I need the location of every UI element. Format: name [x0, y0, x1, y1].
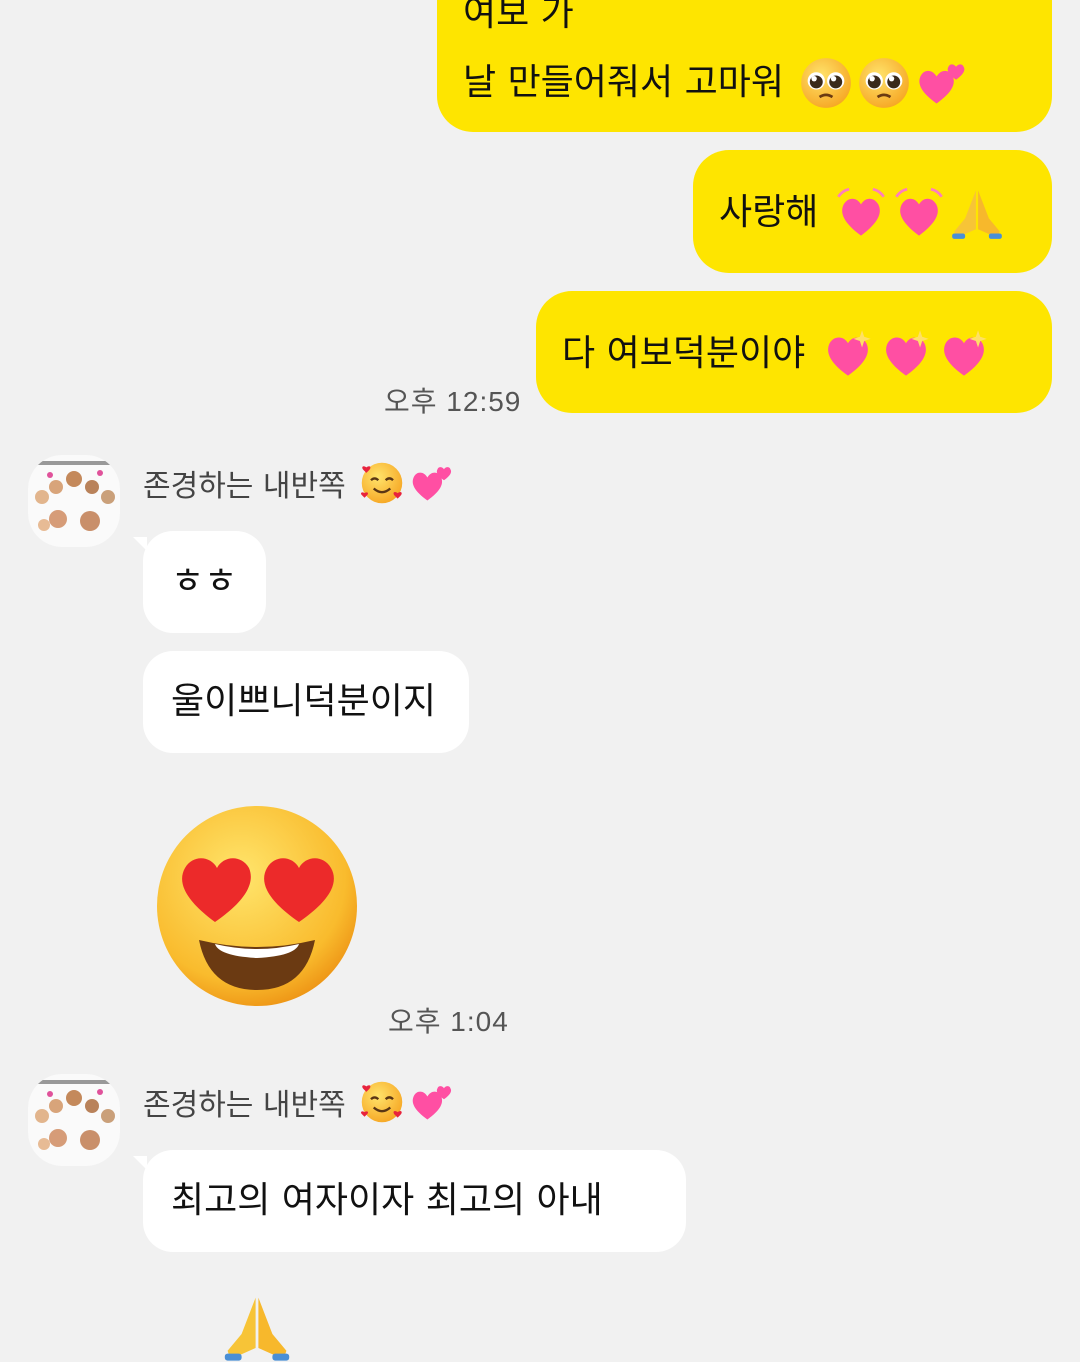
sender-name: 존경하는 내반쪽: [143, 460, 455, 506]
message-text: 다 여보덕분이야: [562, 333, 806, 374]
sender-name: 존경하는 내반쪽: [143, 1079, 455, 1125]
smiling-face-with-hearts-icon: [359, 460, 405, 506]
two-hearts-icon: [409, 460, 455, 506]
incoming-bubble[interactable]: 최고의 여자이자 최고의 아내: [133, 1150, 686, 1252]
growing-heart-icon: [892, 186, 946, 240]
sparkling-heart-icon: [821, 327, 875, 381]
message-text: 최고의 여자이자 최고의 아내: [171, 1180, 603, 1221]
smiling-face-with-hearts-icon: [359, 1079, 405, 1125]
two-hearts-icon: [915, 56, 969, 110]
message-text: ㅎㅎ: [171, 561, 238, 602]
growing-heart-icon: [834, 186, 888, 240]
message-text: 여보 가: [463, 0, 574, 34]
incoming-bubble[interactable]: ㅎㅎ: [133, 531, 266, 633]
message-text: 울이쁘니덕분이지: [171, 681, 436, 722]
avatar[interactable]: [28, 455, 120, 547]
folded-hands-icon[interactable]: [222, 1292, 292, 1362]
message-time: 오후 1:04: [388, 1006, 509, 1037]
two-hearts-icon: [409, 1079, 455, 1125]
outgoing-bubble[interactable]: 다 여보덕분이야: [536, 291, 1052, 413]
incoming-bubble[interactable]: 울이쁘니덕분이지: [143, 651, 469, 753]
heart-eyes-face-icon[interactable]: [155, 804, 359, 1008]
pleading-face-icon: [799, 56, 853, 110]
profile-photo-icon: [28, 1074, 120, 1166]
pleading-face-icon: [857, 56, 911, 110]
folded-hands-icon: [950, 186, 1004, 240]
profile-photo-icon: [28, 455, 120, 547]
avatar[interactable]: [28, 1074, 120, 1166]
outgoing-bubble[interactable]: 여보 가 날 만들어줘서 고마워: [437, 0, 1052, 132]
message-text: 사랑해: [719, 192, 819, 233]
sparkling-heart-icon: [937, 327, 991, 381]
outgoing-bubble[interactable]: 사랑해: [693, 150, 1052, 273]
message-time: 오후 12:59: [384, 386, 522, 417]
sparkling-heart-icon: [879, 327, 933, 381]
message-text: 날 만들어줘서 고마워: [463, 62, 784, 103]
